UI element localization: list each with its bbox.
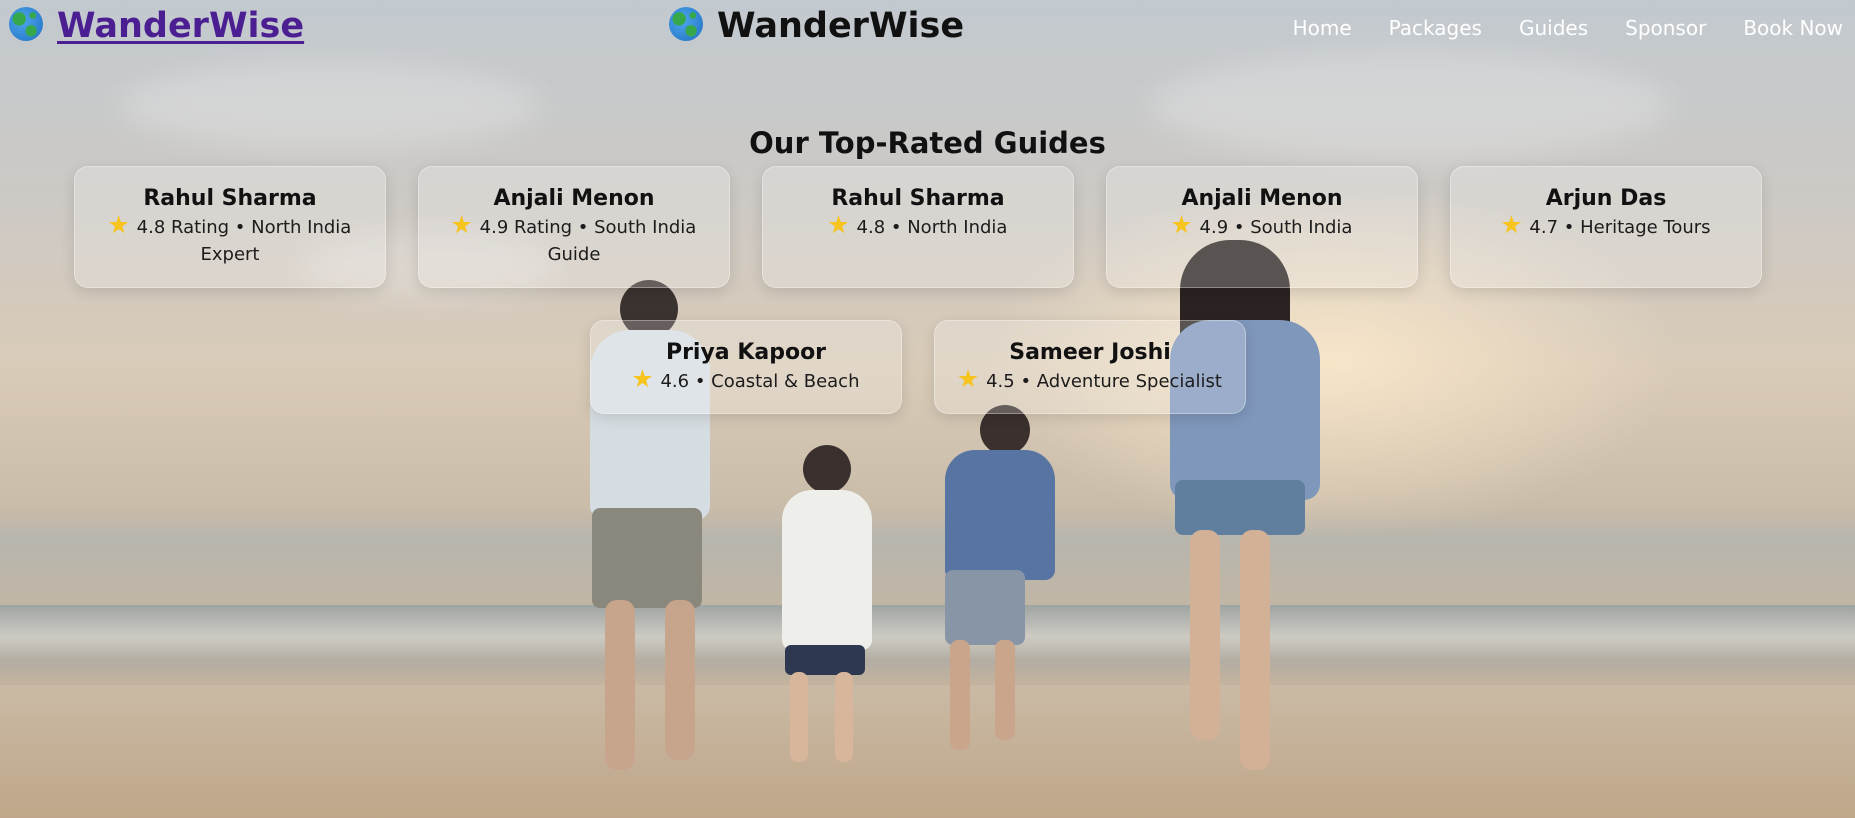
- logo-link[interactable]: WanderWise: [9, 6, 304, 46]
- star-icon: [1501, 215, 1522, 234]
- star-icon: [109, 215, 129, 234]
- nav-link-sponsor[interactable]: Sponsor: [1625, 16, 1706, 40]
- guide-rating: 4.8 Rating • North India Expert: [89, 214, 371, 268]
- guide-name: Sameer Joshi: [1009, 340, 1171, 365]
- guide-card: Priya Kapoor 4.6 • Coastal & Beach: [590, 320, 902, 414]
- guide-name: Rahul Sharma: [831, 186, 1005, 211]
- star-icon: [1171, 215, 1192, 234]
- star-icon: [828, 215, 849, 234]
- guide-card: Anjali Menon 4.9 • South India: [1106, 166, 1418, 288]
- guide-name: Anjali Menon: [1181, 186, 1343, 211]
- guide-rating: 4.9 Rating • South India Guide: [433, 214, 715, 268]
- star-icon: [452, 215, 472, 234]
- brand-title: WanderWise: [669, 6, 964, 46]
- globe-icon: [9, 7, 43, 41]
- guide-name: Rahul Sharma: [143, 186, 317, 211]
- guide-rating: 4.6 • Coastal & Beach: [605, 368, 887, 395]
- nav-link-packages[interactable]: Packages: [1389, 16, 1482, 40]
- guide-card: Sameer Joshi 4.5 • Adventure Specialist: [934, 320, 1246, 414]
- guide-card: Rahul Sharma 4.8 Rating • North India Ex…: [74, 166, 386, 288]
- star-icon: [632, 369, 653, 388]
- guide-card: Anjali Menon 4.9 Rating • South India Gu…: [418, 166, 730, 288]
- guide-meta: 4.8 Rating • North India Expert: [136, 217, 352, 265]
- brand-title-text: WanderWise: [717, 6, 965, 46]
- guide-rating: 4.5 • Adventure Specialist: [949, 368, 1231, 395]
- nav-link-guides[interactable]: Guides: [1519, 16, 1588, 40]
- nav-link-home[interactable]: Home: [1293, 16, 1352, 40]
- navbar: WanderWise WanderWise Home Packages Guid…: [0, 0, 1855, 58]
- guide-card: Rahul Sharma 4.8 • North India: [762, 166, 1074, 288]
- guide-meta: 4.9 • South India: [1199, 217, 1353, 238]
- guide-name: Anjali Menon: [493, 186, 655, 211]
- hero-background-image: [0, 0, 1855, 818]
- guide-meta: 4.9 Rating • South India Guide: [479, 217, 697, 265]
- guide-card: Arjun Das 4.7 • Heritage Tours: [1450, 166, 1762, 288]
- guide-meta: 4.8 • North India: [856, 217, 1008, 238]
- logo-text: WanderWise: [57, 6, 305, 46]
- nav-link-book-now[interactable]: Book Now: [1743, 16, 1843, 40]
- guide-meta: 4.7 • Heritage Tours: [1529, 217, 1711, 238]
- guide-rating: 4.8 • North India: [777, 214, 1059, 241]
- section-title: Our Top-Rated Guides: [749, 126, 1106, 160]
- guide-meta: 4.6 • Coastal & Beach: [660, 371, 860, 392]
- globe-icon: [669, 7, 703, 41]
- nav-menu: Home Packages Guides Sponsor Book Now: [1293, 16, 1843, 40]
- guide-rating: 4.7 • Heritage Tours: [1465, 214, 1747, 241]
- star-icon: [958, 369, 978, 388]
- guide-name: Arjun Das: [1545, 186, 1667, 211]
- guide-meta: 4.5 • Adventure Specialist: [986, 371, 1222, 392]
- guide-name: Priya Kapoor: [665, 340, 827, 365]
- guide-rating: 4.9 • South India: [1121, 214, 1403, 241]
